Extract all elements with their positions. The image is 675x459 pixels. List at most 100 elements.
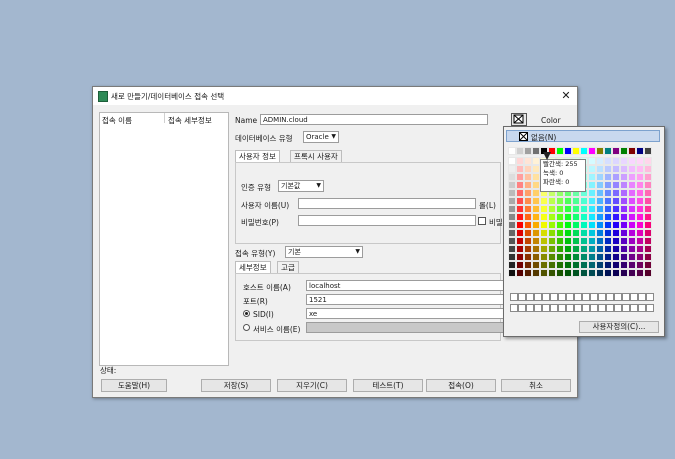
color-swatch[interactable] [564,253,572,261]
color-swatch[interactable] [508,157,516,165]
save-button[interactable]: 저장(S) [201,379,271,392]
custom-color-slot[interactable] [630,293,638,301]
color-swatch[interactable] [564,229,572,237]
color-swatch[interactable] [556,197,564,205]
custom-color-slot[interactable] [510,293,518,301]
service-name-input[interactable] [306,322,506,333]
color-swatch[interactable] [636,147,644,155]
color-swatch[interactable] [532,245,540,253]
color-swatch[interactable] [620,157,628,165]
color-swatch[interactable] [604,189,612,197]
color-picker-button[interactable] [511,113,527,126]
host-input[interactable]: localhost [306,280,506,291]
color-swatch[interactable] [596,197,604,205]
color-swatch[interactable] [604,173,612,181]
color-swatch[interactable] [556,147,564,155]
color-swatch[interactable] [588,181,596,189]
color-swatch[interactable] [580,237,588,245]
custom-color-slot[interactable] [638,293,646,301]
color-swatch[interactable] [508,221,516,229]
color-swatch[interactable] [580,205,588,213]
color-swatch[interactable] [564,205,572,213]
custom-color-slot[interactable] [638,304,646,312]
color-swatch[interactable] [516,221,524,229]
color-swatch[interactable] [596,229,604,237]
color-swatch[interactable] [564,261,572,269]
color-swatch[interactable] [636,229,644,237]
color-swatch[interactable] [588,245,596,253]
tab-details[interactable]: 세부정보 [235,261,271,273]
color-swatch[interactable] [532,229,540,237]
no-color-option[interactable]: 없음(N) [506,130,660,142]
custom-color-slot[interactable] [518,304,526,312]
custom-color-slot[interactable] [558,293,566,301]
tab-advanced[interactable]: 고급 [277,261,299,273]
color-swatch[interactable] [612,253,620,261]
custom-color-slot[interactable] [542,304,550,312]
color-swatch[interactable] [572,253,580,261]
color-swatch[interactable] [572,261,580,269]
color-swatch[interactable] [572,147,580,155]
custom-color-slot[interactable] [606,304,614,312]
color-swatch[interactable] [524,197,532,205]
color-swatch[interactable] [628,269,636,277]
color-swatch[interactable] [564,197,572,205]
color-swatch[interactable] [524,165,532,173]
color-swatch[interactable] [604,157,612,165]
color-swatch[interactable] [548,213,556,221]
color-swatch[interactable] [620,165,628,173]
color-swatch[interactable] [508,173,516,181]
color-swatch[interactable] [572,245,580,253]
custom-color-slot[interactable] [606,293,614,301]
color-swatch[interactable] [620,269,628,277]
color-swatch[interactable] [644,221,652,229]
color-swatch[interactable] [588,157,596,165]
service-name-radio[interactable] [243,324,250,331]
custom-color-slot[interactable] [598,293,606,301]
color-swatch[interactable] [532,205,540,213]
color-swatch[interactable] [524,221,532,229]
color-swatch[interactable] [548,197,556,205]
color-swatch[interactable] [644,165,652,173]
color-swatch[interactable] [540,269,548,277]
color-swatch[interactable] [516,205,524,213]
color-swatch[interactable] [636,221,644,229]
color-swatch[interactable] [588,221,596,229]
color-swatch[interactable] [516,165,524,173]
custom-color-slot[interactable] [614,304,622,312]
help-button[interactable]: 도움말(H) [101,379,167,392]
password-input[interactable] [298,215,476,226]
color-swatch[interactable] [516,213,524,221]
color-swatch[interactable] [596,189,604,197]
cancel-button[interactable]: 취소 [501,379,571,392]
color-swatch[interactable] [604,269,612,277]
sid-radio[interactable] [243,310,250,317]
color-swatch[interactable] [540,261,548,269]
color-swatch[interactable] [556,237,564,245]
color-swatch[interactable] [604,253,612,261]
color-swatch[interactable] [508,181,516,189]
custom-color-slot[interactable] [574,293,582,301]
color-swatch[interactable] [524,261,532,269]
color-swatch[interactable] [604,237,612,245]
color-swatch[interactable] [516,269,524,277]
color-swatch[interactable] [588,261,596,269]
color-swatch[interactable] [596,253,604,261]
db-type-select[interactable]: Oracle ▼ [303,131,339,143]
color-swatch[interactable] [636,213,644,221]
color-swatch[interactable] [620,245,628,253]
color-swatch[interactable] [612,213,620,221]
color-swatch[interactable] [516,189,524,197]
color-swatch[interactable] [620,229,628,237]
color-swatch[interactable] [628,237,636,245]
color-swatch[interactable] [628,229,636,237]
color-swatch[interactable] [620,221,628,229]
color-swatch[interactable] [524,229,532,237]
custom-color-slot[interactable] [542,293,550,301]
color-swatch[interactable] [516,181,524,189]
color-swatch[interactable] [628,221,636,229]
color-swatch[interactable] [596,245,604,253]
color-swatch[interactable] [540,245,548,253]
color-swatch[interactable] [588,197,596,205]
color-swatch[interactable] [620,147,628,155]
